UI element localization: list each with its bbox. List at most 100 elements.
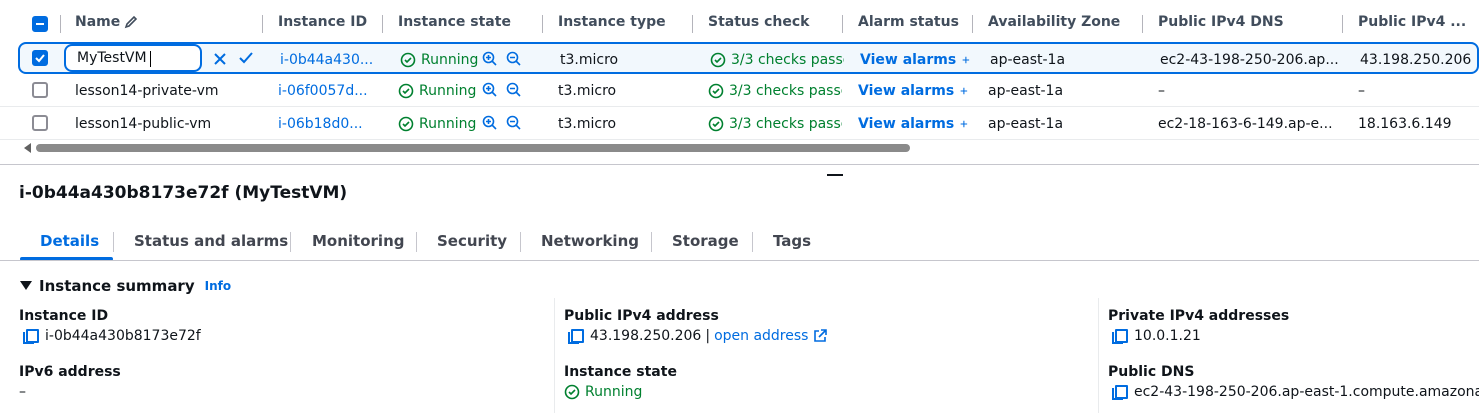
instance-id-link[interactable]: i-0b44a430... [280,44,380,76]
instance-state-label: Instance state [564,364,677,380]
public-ipv4-label: Public IPv4 address [564,308,719,324]
row-checkbox[interactable] [32,115,48,131]
view-alarms-label: View alarms [858,82,955,99]
instance-state-text: Running [585,384,643,400]
instance-id-text: i-0b44a430b8173e72f [45,328,201,344]
ipv6-label: IPv6 address [19,364,121,380]
ipv6-value: – [19,384,26,400]
public-dns-label: Public DNS [1108,364,1195,380]
column-header-name[interactable]: Name [75,0,138,44]
table-row[interactable]: lesson14-private-vm i-06f0057d... Runnin… [0,74,1479,107]
view-alarms-link[interactable]: View alarms [858,74,968,107]
column-divider [1098,298,1099,413]
instance-type: t3.micro [558,82,617,99]
name-edit-value: MyTestVM [77,50,147,66]
public-ipv4: 18.163.6.149 [1358,115,1452,132]
instance-state: Running [400,44,490,76]
tabs-divider [0,260,1479,261]
check-circle-icon [708,83,724,98]
name-edit-input[interactable]: MyTestVM [64,44,202,72]
instance-id-link[interactable]: i-06b18d0... [278,107,378,140]
tab-security[interactable]: Security [437,223,507,259]
table-header: Name Instance ID Instance state Instance… [0,0,1479,44]
table-row[interactable]: lesson14-public-vm i-06b18d0... Running … [0,107,1479,140]
public-dns-value: ec2-43-198-250-206.ap-east-1.compute.ama… [1112,384,1479,400]
column-header-instance-id[interactable]: Instance ID [278,0,367,44]
table-row[interactable]: MyTestVM i-0b44a430... Running t3.micro … [18,42,1479,74]
private-ipv4-value: 10.0.1.21 [1112,328,1201,344]
tab-tags[interactable]: Tags [773,223,811,259]
column-header-alarm-status[interactable]: Alarm status [858,0,959,44]
column-header-availability-zone[interactable]: Availability Zone [988,0,1120,44]
status-check-label: 3/3 checks passec [731,52,844,68]
text-cursor [150,51,151,67]
zoom-in-icon[interactable] [482,82,498,98]
detail-title: i-0b44a430b8173e72f (MyTestVM) [19,183,348,203]
copy-icon[interactable] [1112,329,1128,344]
public-ipv4-dns: ec2-18-163-6-149.ap-e... [1158,115,1333,132]
resize-handle[interactable] [827,174,843,176]
zoom-in-icon[interactable] [482,51,498,67]
copy-icon[interactable] [23,329,39,344]
private-ipv4-label: Private IPv4 addresses [1108,308,1290,324]
availability-zone: ap-east-1a [988,115,1064,132]
column-header-public-ipv4-dns[interactable]: Public IPv4 DNS [1158,0,1284,44]
public-ipv4-text: 43.198.250.206 [590,328,702,344]
plus-icon [962,56,970,64]
check-circle-icon [710,52,726,68]
external-link-icon[interactable] [813,329,828,343]
public-dns-text: ec2-43-198-250-206.ap-east-1.compute.ama… [1134,384,1479,400]
row-checkbox[interactable] [32,50,48,66]
check-circle-icon [398,116,414,131]
copy-icon[interactable] [1112,385,1128,400]
zoom-out-icon[interactable] [506,115,522,131]
horizontal-scrollbar-thumb[interactable] [36,144,910,152]
column-header-instance-type[interactable]: Instance type [558,0,666,44]
confirm-edit-icon[interactable] [238,51,254,65]
check-circle-icon [564,384,580,400]
cancel-edit-icon[interactable] [213,52,227,66]
plus-icon [960,87,968,94]
separator: | [705,328,711,344]
copy-icon[interactable] [568,329,584,344]
column-header-instance-state[interactable]: Instance state [398,0,511,44]
instance-id-label: Instance ID [19,308,109,324]
status-check-label: 3/3 checks passec [729,115,842,132]
instance-summary-header[interactable]: Instance summary Info [20,277,231,295]
check-circle-icon [398,83,414,98]
section-title: Instance summary [39,277,195,295]
tab-details[interactable]: Details [40,223,99,259]
availability-zone: ap-east-1a [988,82,1064,99]
zoom-out-icon[interactable] [506,82,522,98]
column-header-public-ipv4[interactable]: Public IPv4 ... [1358,0,1466,44]
public-ipv4: – [1358,82,1365,99]
status-check: 3/3 checks passec [710,44,844,76]
view-alarms-link[interactable]: View alarms [858,107,968,140]
zoom-in-icon[interactable] [482,115,498,131]
open-address-link[interactable]: open address [714,328,808,344]
status-check-label: 3/3 checks passec [729,82,842,99]
plus-icon [960,120,968,127]
instance-id-link[interactable]: i-06f0057d... [278,74,378,107]
status-check: 3/3 checks passec [708,74,842,107]
instance-state-label: Running [421,52,479,68]
tab-status-and-alarms[interactable]: Status and alarms [134,223,288,259]
zoom-out-icon[interactable] [506,51,522,67]
column-header-status-check[interactable]: Status check [708,0,809,44]
check-circle-icon [400,52,416,68]
tab-monitoring[interactable]: Monitoring [312,223,404,259]
view-alarms-label: View alarms [860,52,957,68]
instance-state-value: Running [564,384,642,400]
check-circle-icon [708,116,724,131]
status-check: 3/3 checks passec [708,107,842,140]
select-all-checkbox[interactable] [32,16,48,32]
view-alarms-label: View alarms [858,115,955,132]
info-link[interactable]: Info [205,279,231,293]
view-alarms-link[interactable]: View alarms [860,44,970,76]
tab-storage[interactable]: Storage [672,223,739,259]
row-checkbox[interactable] [32,82,48,98]
public-ipv4: 43.198.250.206 [1360,52,1472,68]
scroll-left-icon[interactable] [24,143,32,153]
instance-state: Running [398,74,488,107]
tab-networking[interactable]: Networking [541,223,639,259]
